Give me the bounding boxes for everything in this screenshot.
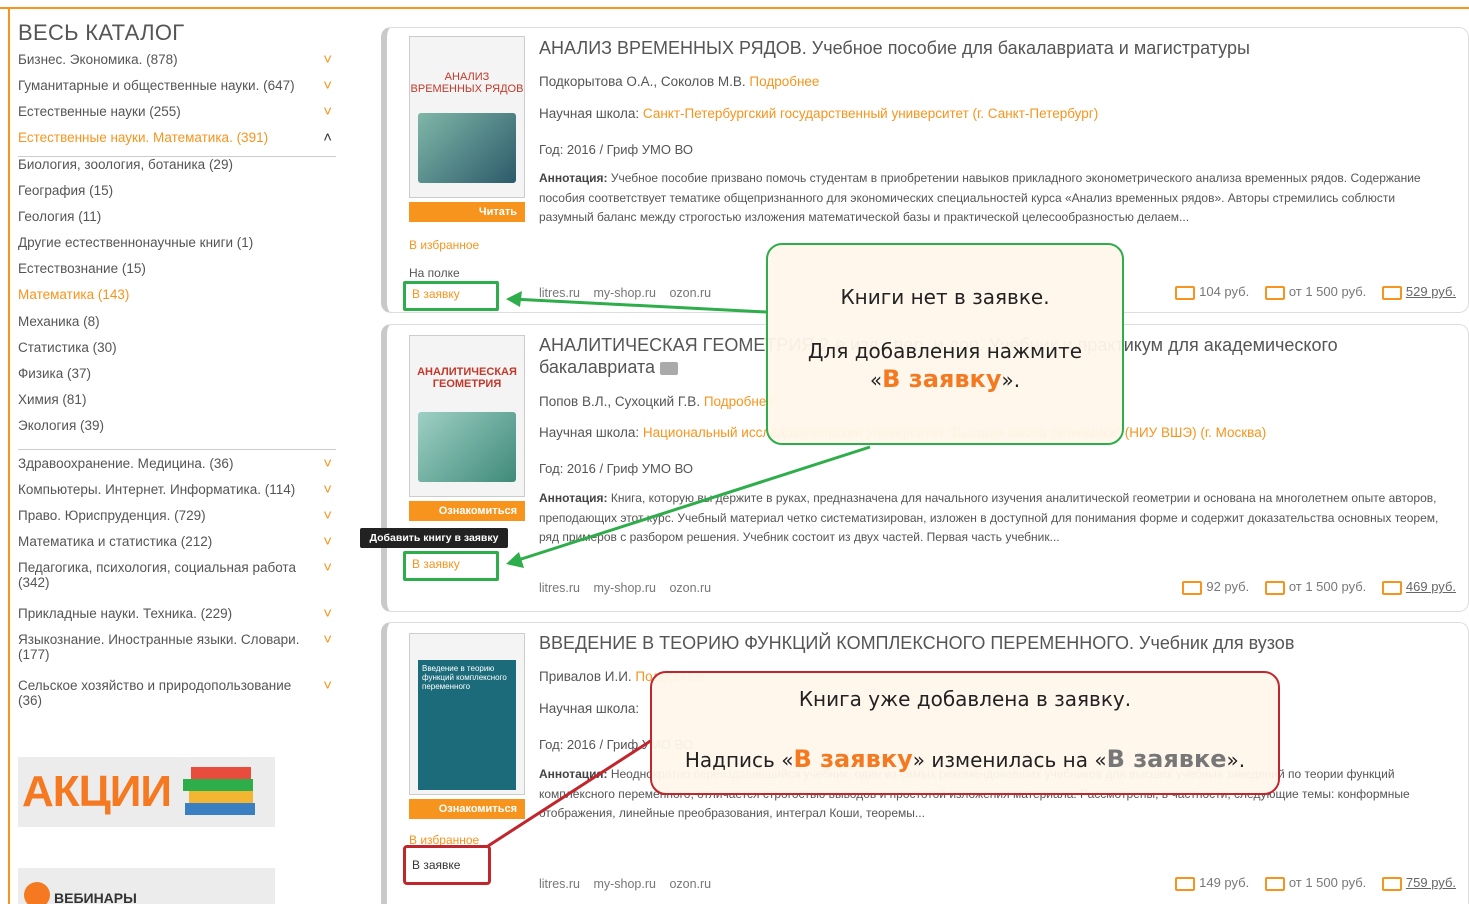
green-arrow-1 — [511, 297, 767, 314]
quote-close: ». — [1001, 368, 1021, 392]
callout-in-request: Книга уже добавлена в заявку. Надпись «В… — [650, 671, 1280, 795]
green-arrowhead-1 — [506, 291, 522, 307]
callout-red-emphasis-2: В заявке — [1106, 745, 1227, 773]
red-arrow — [487, 738, 653, 848]
callout-red-emphasis-1: В заявку — [793, 745, 913, 773]
callout-red-line2: Надпись «В заявку» изменилась на «В заяв… — [652, 745, 1278, 773]
callout-red-post: ». — [1226, 748, 1246, 772]
callout-green-line3: «В заявку». — [768, 365, 1122, 393]
green-arrow-2 — [511, 445, 871, 564]
callout-green-emphasis: В заявку — [882, 365, 1002, 393]
callout-red-line1: Книга уже добавлена в заявку. — [798, 687, 1132, 711]
quote-open: « — [869, 368, 883, 392]
callout-green-line2: Для добавления нажмите — [807, 339, 1083, 363]
callout-red-pre: Надпись « — [684, 748, 794, 772]
green-arrowhead-2 — [506, 552, 524, 568]
callout-green-line1: Книги нет в заявке. — [840, 285, 1050, 309]
callout-red-mid: » изменилась на « — [912, 748, 1107, 772]
callout-not-in-request: Книги нет в заявке. Для добавления нажми… — [766, 243, 1124, 445]
